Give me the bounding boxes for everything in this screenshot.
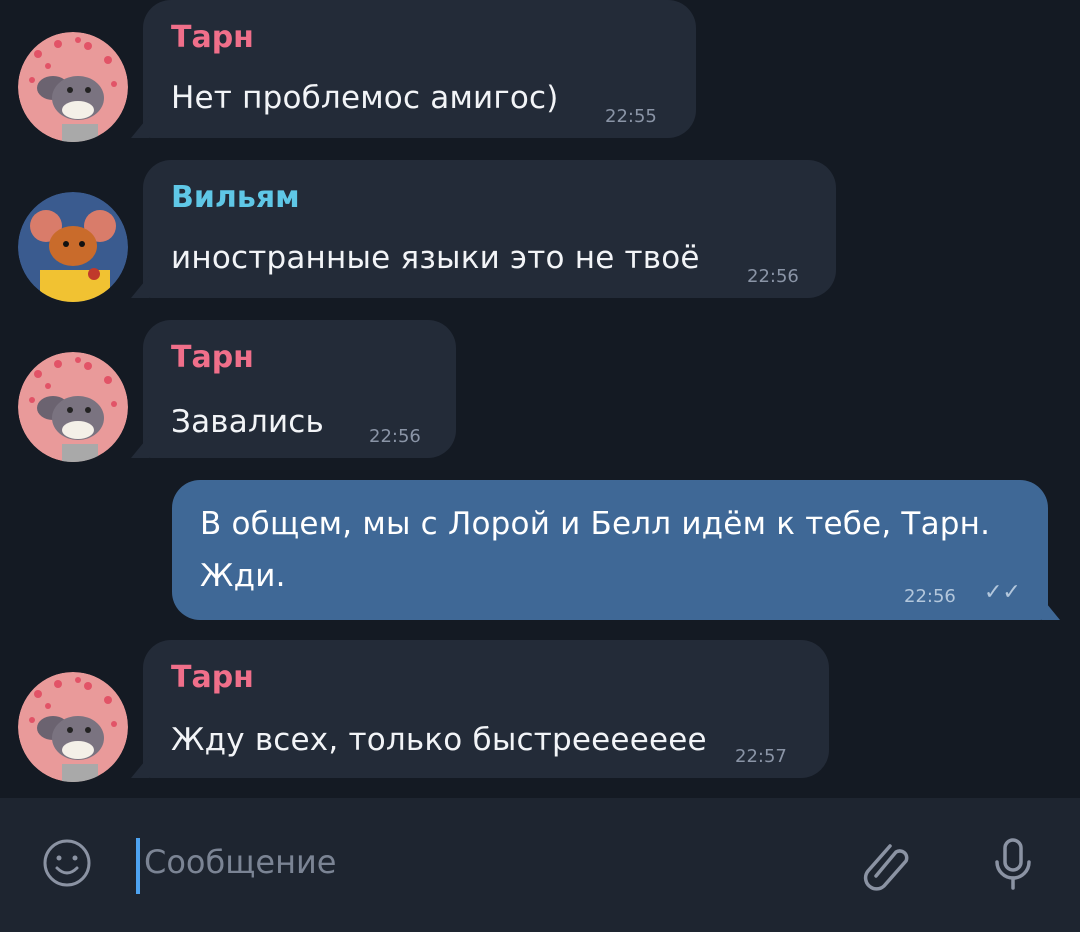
sender-name[interactable]: Тарн [171, 660, 254, 695]
avatar-tarn[interactable] [18, 32, 128, 142]
paperclip-icon[interactable] [852, 828, 922, 898]
message-text: иностранные языки это не твоё [171, 240, 700, 276]
chat-history: Тарн Нет проблемос амигос) 22:55 Вильям … [0, 0, 1080, 798]
sender-name[interactable]: Вильям [171, 180, 300, 215]
message-bubble[interactable]: Тарн Жду всех, только быстреееееее 22:57 [131, 640, 829, 778]
rat-avatar-icon [18, 352, 128, 462]
message-text: Жду всех, только быстреееееее [171, 722, 707, 758]
message-input[interactable]: Сообщение [144, 843, 336, 881]
sender-name[interactable]: Тарн [171, 340, 254, 375]
read-double-check-icon: ✓✓ [984, 580, 1021, 605]
message-text: Завались [171, 404, 325, 440]
smile-icon[interactable] [32, 828, 102, 898]
text-caret [136, 838, 140, 894]
bubble-tail [131, 276, 149, 298]
bubble-tail [131, 756, 149, 778]
message-text: Нет проблемос амигос) [171, 80, 559, 116]
message-bubble[interactable]: Вильям иностранные языки это не твоё 22:… [131, 160, 836, 298]
rat-avatar-icon [18, 32, 128, 142]
bubble-tail [131, 116, 149, 138]
message-bubble[interactable]: Тарн Нет проблемос амигос) 22:55 [131, 0, 696, 138]
mouse-avatar-icon [18, 192, 128, 302]
message-bubble[interactable]: Тарн Завались 22:56 [131, 320, 456, 458]
bubble-tail [131, 436, 149, 458]
message-time: 22:57 [735, 746, 787, 767]
sender-name[interactable]: Тарн [171, 20, 254, 55]
outgoing-message-bubble[interactable]: В общем, мы с Лорой и Белл идём к тебе, … [172, 480, 1060, 620]
avatar-william[interactable] [18, 192, 128, 302]
message-time: 22:56 [747, 266, 799, 287]
bubble-tail [1042, 598, 1060, 620]
rat-avatar-icon [18, 672, 128, 782]
avatar-tarn[interactable] [18, 672, 128, 782]
message-time: 22:56 [904, 586, 956, 607]
message-time: 22:55 [605, 106, 657, 127]
message-text-line1: В общем, мы с Лорой и Белл идём к тебе, … [200, 506, 991, 542]
avatar-tarn[interactable] [18, 352, 128, 462]
message-text-line2: Жди. [200, 558, 286, 594]
message-time: 22:56 [369, 426, 421, 447]
microphone-icon[interactable] [978, 828, 1048, 898]
